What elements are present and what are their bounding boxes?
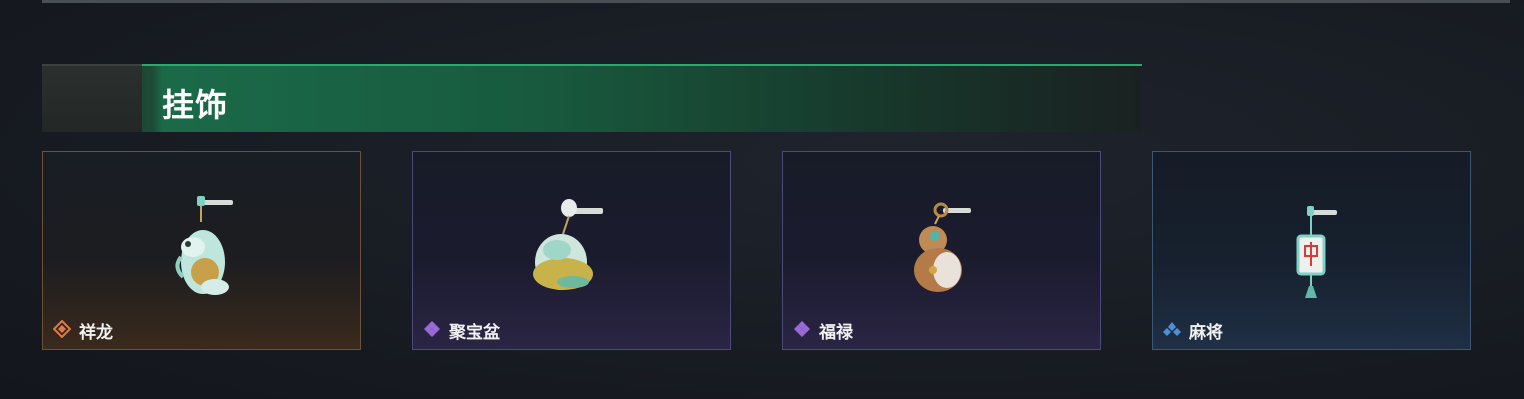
header-tab xyxy=(42,64,142,132)
rarity-purple-icon xyxy=(424,321,440,337)
section-title: 挂饰 xyxy=(162,86,229,124)
item-name: 福禄 xyxy=(819,323,853,343)
item-card-mahjong[interactable]: 麻将 xyxy=(1152,151,1471,350)
rarity-purple-icon xyxy=(794,321,810,337)
section-header: 挂饰 xyxy=(42,64,1142,132)
item-card-gourd[interactable]: 福禄 xyxy=(782,151,1101,350)
rarity-blue-icon xyxy=(1163,322,1181,336)
item-name: 聚宝盆 xyxy=(449,323,500,343)
item-name: 麻将 xyxy=(1189,323,1223,343)
rarity-orange-icon xyxy=(53,320,71,338)
top-divider xyxy=(42,0,1510,3)
item-card-treasure-bowl[interactable]: 聚宝盆 xyxy=(412,151,731,350)
item-card-dragon[interactable]: 祥龙 xyxy=(42,151,361,350)
item-name: 祥龙 xyxy=(79,323,113,343)
